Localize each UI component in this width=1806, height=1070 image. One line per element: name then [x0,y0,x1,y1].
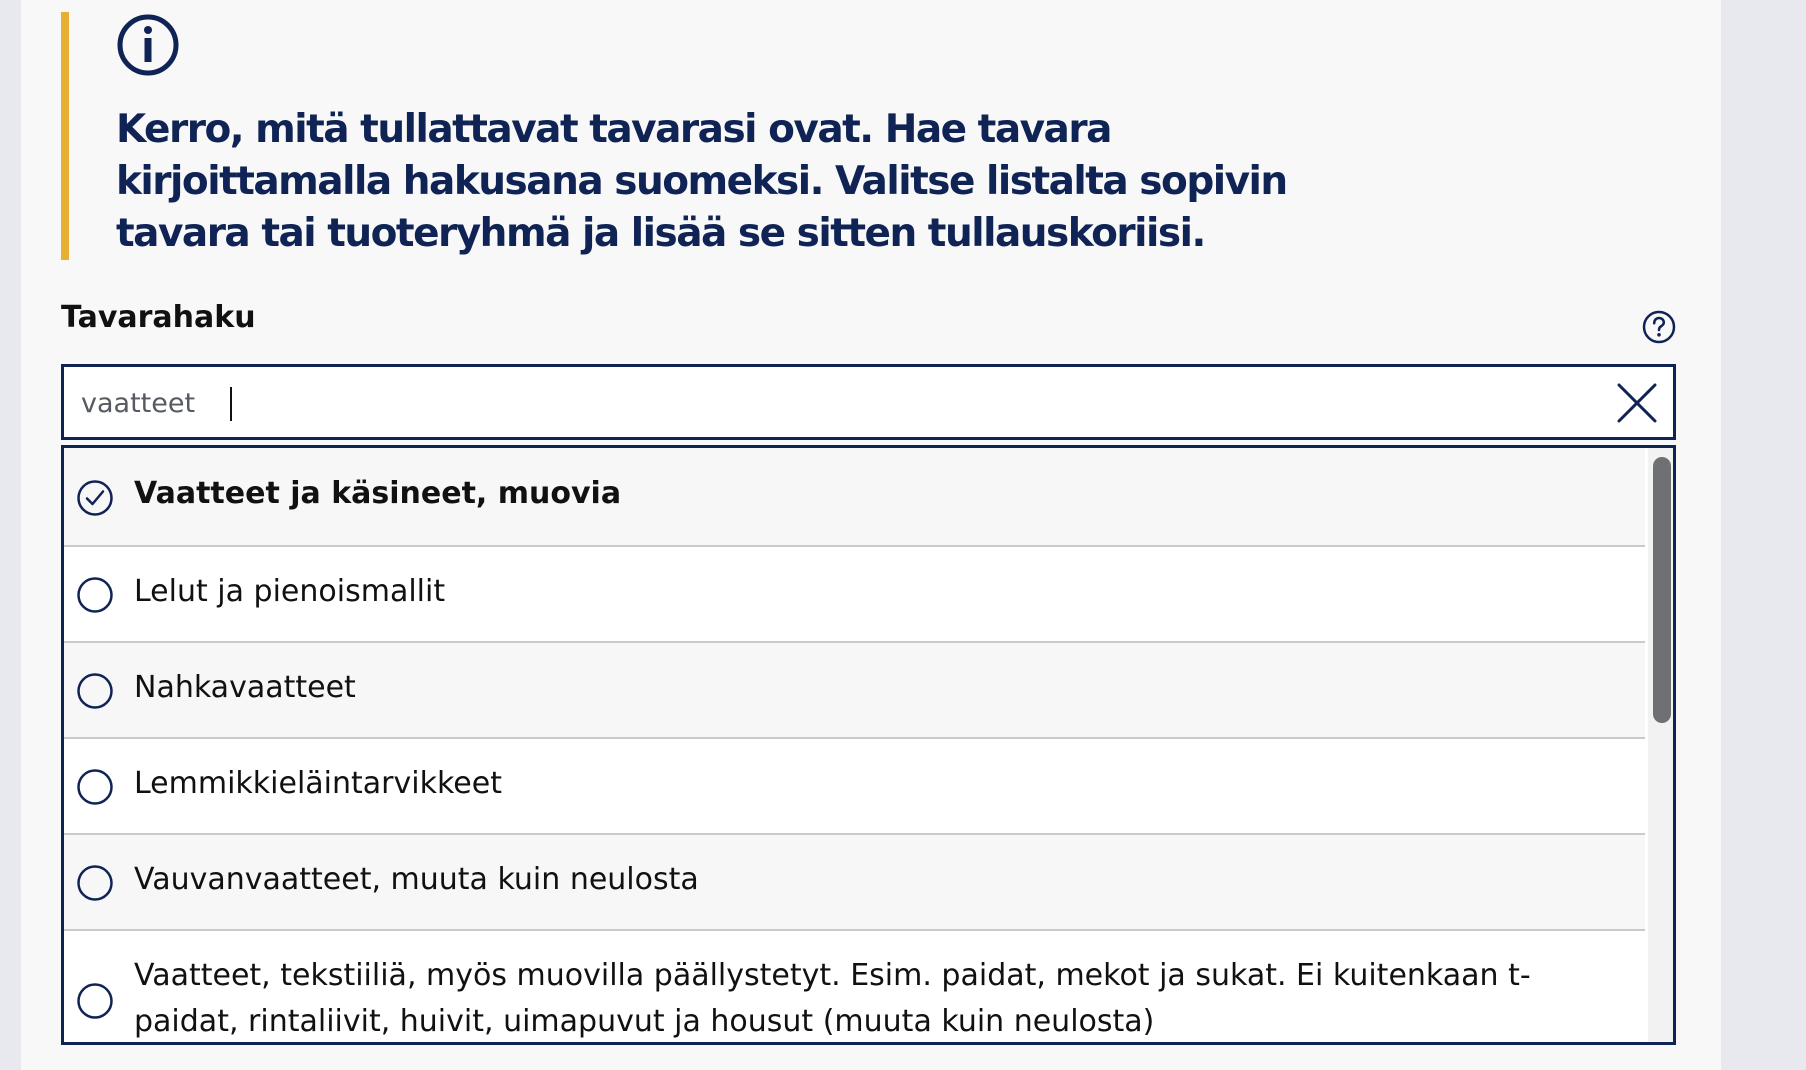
page-card: Kerro, mitä tullattavat tavarasi ovat. H… [21,0,1721,1070]
info-text: Kerro, mitä tullattavat tavarasi ovat. H… [116,107,1288,256]
result-option-label: Lemmikkieläintarvikkeet [134,766,502,801]
scrollbar-track[interactable] [1648,448,1673,1042]
result-option[interactable]: Lemmikkieläintarvikkeet [64,739,1645,835]
result-option[interactable]: Vaatteet, tekstiiliä, myös muovilla pääl… [64,931,1645,1042]
scrollbar-thumb[interactable] [1653,457,1671,723]
result-option-label: Vauvanvaatteet, muuta kuin neulosta [134,862,699,897]
result-option[interactable]: Lelut ja pienoismallit [64,547,1645,643]
radio-circle-icon [77,577,113,613]
search-label: Tavarahaku [61,300,256,335]
search-field[interactable] [61,364,1676,440]
check-circle-icon [77,480,113,516]
radio-circle-icon [77,769,113,805]
info-icon [117,14,179,76]
result-option[interactable]: Nahkavaatteet [64,643,1645,739]
search-input[interactable] [81,377,1561,429]
result-option-label: Vaatteet ja käsineet, muovia [134,476,622,511]
question-circle-icon[interactable] [1641,309,1677,345]
text-cursor [230,387,232,421]
radio-circle-icon [77,983,113,1019]
result-option-label: Lelut ja pienoismallit [134,574,446,609]
result-option[interactable]: Vauvanvaatteet, muuta kuin neulosta [64,835,1645,931]
search-results-list[interactable]: Vaatteet ja käsineet, muovia Lelut ja pi… [61,445,1676,1045]
result-option-label: Nahkavaatteet [134,670,356,705]
result-option-label: Vaatteet, tekstiiliä, myös muovilla pääl… [134,958,1531,1039]
result-option[interactable]: Vaatteet ja käsineet, muovia [64,448,1645,547]
close-icon[interactable] [1614,380,1660,426]
radio-circle-icon [77,673,113,709]
radio-circle-icon [77,865,113,901]
info-callout: Kerro, mitä tullattavat tavarasi ovat. H… [61,12,1369,260]
